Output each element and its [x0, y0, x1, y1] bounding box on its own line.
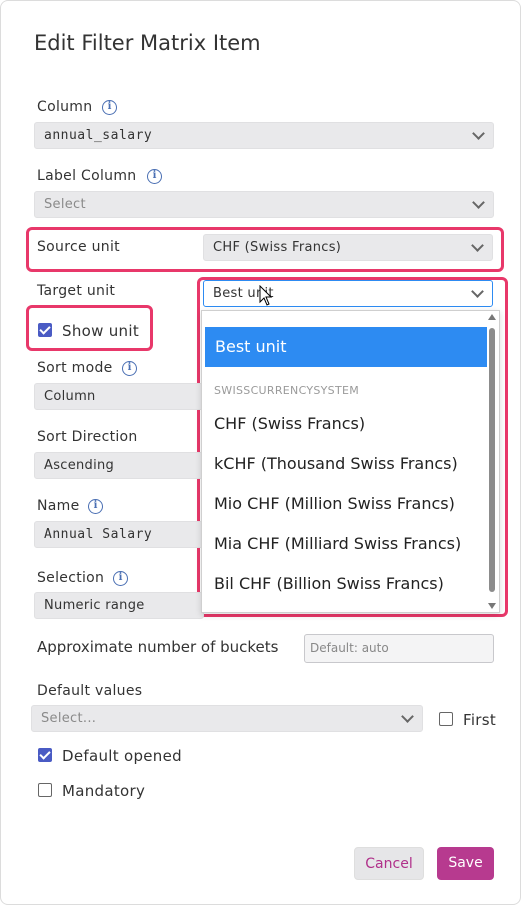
chevron-down-icon: [472, 127, 485, 140]
scrollbar-thumb[interactable]: [489, 328, 495, 592]
column-label: Column: [37, 99, 93, 115]
dropdown-option[interactable]: Bil CHF (Billion Swiss Francs): [214, 574, 444, 593]
source-unit-value: CHF (Swiss Francs): [213, 240, 342, 255]
buckets-placeholder: Default: auto: [310, 641, 389, 655]
show-unit-checkbox[interactable]: [38, 323, 52, 337]
info-icon[interactable]: i: [122, 361, 137, 376]
selection-select[interactable]: Numeric range: [34, 592, 204, 619]
name-label: Name: [37, 498, 80, 514]
save-button[interactable]: Save: [437, 847, 494, 880]
sort-direction-label: Sort Direction: [37, 429, 138, 445]
sort-direction-value: Ascending: [44, 458, 115, 473]
sort-direction-select[interactable]: Ascending: [34, 452, 204, 479]
selection-value: Numeric range: [44, 598, 145, 613]
dropdown-option[interactable]: Mia CHF (Milliard Swiss Francs): [214, 534, 461, 553]
label-column-label: Label Column: [37, 168, 137, 184]
default-values-select[interactable]: Select...: [31, 705, 423, 732]
first-checkbox[interactable]: [439, 712, 453, 726]
name-input[interactable]: Annual Salary: [34, 521, 204, 548]
default-opened-label: Default opened: [62, 747, 182, 765]
source-unit-select[interactable]: CHF (Swiss Francs): [203, 234, 493, 261]
scroll-down-icon[interactable]: [488, 603, 496, 609]
dropdown-group-label: SWISSCURRENCYSYSTEM: [214, 384, 360, 397]
label-column-placeholder: Select: [44, 197, 86, 212]
scroll-up-icon[interactable]: [488, 314, 496, 320]
sort-mode-select[interactable]: Column: [34, 383, 204, 410]
target-unit-label: Target unit: [37, 283, 116, 299]
dropdown-scrollbar[interactable]: [487, 314, 497, 609]
edit-filter-dialog: Edit Filter Matrix Item Column i annual_…: [0, 0, 521, 905]
mandatory-checkbox[interactable]: [38, 783, 52, 797]
selection-label: Selection: [37, 570, 105, 586]
target-unit-dropdown: Best unit SWISSCURRENCYSYSTEM CHF (Swiss…: [201, 310, 500, 613]
chevron-down-icon: [472, 196, 485, 209]
default-opened-checkbox[interactable]: [38, 748, 52, 762]
chevron-down-icon: [471, 285, 484, 298]
default-values-placeholder: Select...: [41, 711, 97, 726]
show-unit-label: Show unit: [62, 322, 140, 340]
dialog-title: Edit Filter Matrix Item: [34, 31, 261, 55]
buckets-label: Approximate number of buckets: [37, 638, 279, 656]
mouse-cursor-icon: [259, 285, 273, 306]
mandatory-label: Mandatory: [62, 782, 146, 800]
dropdown-option-selected-label: Best unit: [215, 337, 287, 356]
info-icon[interactable]: i: [102, 100, 117, 115]
target-unit-select[interactable]: Best unit: [203, 280, 493, 307]
cancel-button[interactable]: Cancel: [354, 847, 424, 880]
name-value: Annual Salary: [44, 527, 153, 542]
dropdown-option[interactable]: kCHF (Thousand Swiss Francs): [214, 454, 458, 473]
column-select-value: annual_salary: [44, 128, 153, 143]
dropdown-option[interactable]: CHF (Swiss Francs): [214, 414, 365, 433]
chevron-down-icon: [401, 710, 414, 723]
info-icon[interactable]: i: [147, 169, 162, 184]
chevron-down-icon: [471, 239, 484, 252]
sort-mode-value: Column: [44, 389, 96, 404]
sort-mode-label: Sort mode: [37, 360, 113, 376]
info-icon[interactable]: i: [88, 499, 103, 514]
buckets-input[interactable]: Default: auto: [304, 634, 494, 663]
source-unit-label: Source unit: [37, 239, 120, 255]
first-label: First: [463, 711, 497, 729]
info-icon[interactable]: i: [113, 571, 128, 586]
label-column-select[interactable]: Select: [34, 191, 494, 218]
default-values-label: Default values: [37, 683, 143, 699]
column-select[interactable]: annual_salary: [34, 122, 494, 149]
dropdown-option-selected[interactable]: Best unit: [205, 327, 487, 367]
dropdown-option[interactable]: Mio CHF (Million Swiss Francs): [214, 494, 455, 513]
